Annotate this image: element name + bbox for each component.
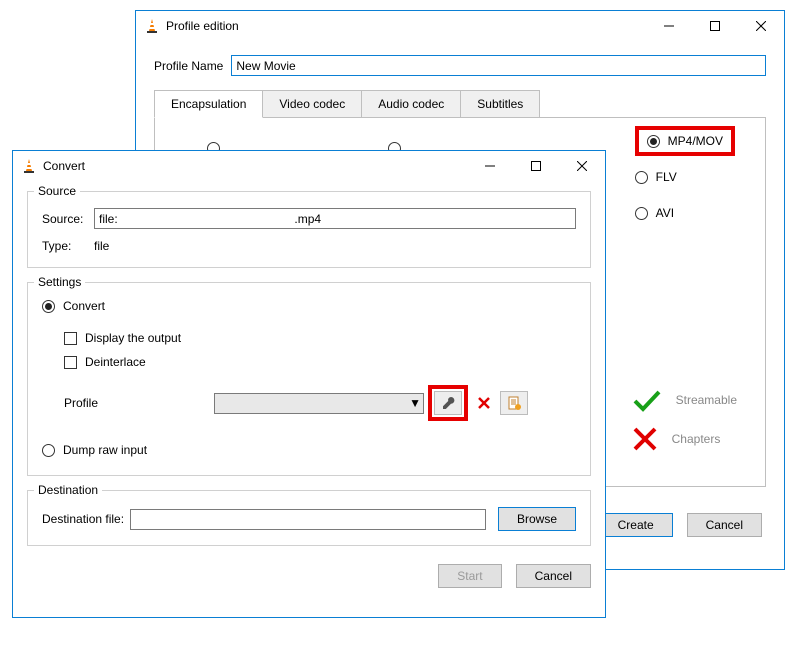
profile-titlebar: Profile edition [136, 11, 784, 41]
cancel-button[interactable]: Cancel [516, 564, 591, 588]
radio-icon [635, 207, 648, 220]
minimize-button[interactable] [646, 11, 692, 41]
profile-select[interactable]: ▼ [214, 393, 424, 414]
destination-group: Destination Destination file: Browse [27, 490, 591, 546]
format-radio-avi[interactable]: AVI [635, 206, 735, 220]
destination-legend: Destination [34, 483, 102, 497]
minimize-button[interactable] [467, 151, 513, 181]
format-label-avi: AVI [656, 206, 674, 220]
feature-streamable: Streamable [632, 388, 737, 412]
profile-window-title: Profile edition [166, 19, 646, 33]
edit-profile-button[interactable] [434, 391, 462, 415]
format-label-mp4: MP4/MOV [668, 134, 723, 148]
source-input[interactable] [94, 208, 576, 229]
maximize-button[interactable] [692, 11, 738, 41]
checkbox-icon [64, 332, 77, 345]
radio-icon [42, 300, 55, 313]
profile-label: Profile [64, 396, 214, 410]
cross-icon [632, 426, 658, 452]
convert-window: Convert Source Source: Type: file Settin… [12, 150, 606, 618]
format-label-flv: FLV [656, 170, 677, 184]
source-legend: Source [34, 184, 80, 198]
deinterlace-check[interactable]: Deinterlace [64, 355, 576, 369]
format-radio-mp4[interactable]: MP4/MOV [647, 134, 723, 148]
start-button: Start [438, 564, 501, 588]
new-file-icon [507, 396, 521, 410]
highlight-wrench [428, 385, 468, 421]
profile-tabs: Encapsulation Video codec Audio codec Su… [154, 90, 766, 118]
tab-video-codec[interactable]: Video codec [262, 90, 362, 118]
features-list: Streamable Chapters [632, 388, 737, 466]
browse-button[interactable]: Browse [498, 507, 576, 531]
check-icon [632, 388, 662, 412]
tab-audio-codec[interactable]: Audio codec [361, 90, 461, 118]
chevron-down-icon: ▼ [409, 396, 421, 410]
convert-titlebar: Convert [13, 151, 605, 181]
destination-input[interactable] [130, 509, 486, 530]
new-profile-button[interactable] [500, 391, 528, 415]
cancel-button[interactable]: Cancel [687, 513, 762, 537]
close-button[interactable] [738, 11, 784, 41]
highlight-mp4: MP4/MOV [635, 126, 735, 156]
checkbox-icon [64, 356, 77, 369]
profile-name-label: Profile Name [154, 59, 223, 73]
tab-encapsulation[interactable]: Encapsulation [154, 90, 263, 118]
delete-icon [477, 396, 491, 410]
feature-chapters: Chapters [632, 426, 737, 452]
format-radio-flv[interactable]: FLV [635, 170, 735, 184]
radio-icon [42, 444, 55, 457]
settings-group: Settings Convert Display the output Dein… [27, 282, 591, 476]
maximize-button[interactable] [513, 151, 559, 181]
delete-profile-button[interactable] [474, 391, 494, 415]
dump-raw-radio[interactable]: Dump raw input [42, 443, 576, 457]
display-output-check[interactable]: Display the output [64, 331, 576, 345]
type-value: file [94, 239, 109, 253]
profile-name-input[interactable] [231, 55, 766, 76]
type-label: Type: [42, 239, 88, 253]
vlc-cone-icon [21, 158, 37, 174]
close-button[interactable] [559, 151, 605, 181]
radio-icon [635, 171, 648, 184]
destination-label: Destination file: [42, 512, 124, 526]
source-label: Source: [42, 212, 88, 226]
source-group: Source Source: Type: file [27, 191, 591, 268]
tab-subtitles[interactable]: Subtitles [460, 90, 540, 118]
convert-radio[interactable]: Convert [42, 299, 576, 313]
wrench-icon [441, 396, 455, 410]
radio-icon [647, 135, 660, 148]
vlc-cone-icon [144, 18, 160, 34]
convert-window-title: Convert [43, 159, 467, 173]
create-button[interactable]: Create [599, 513, 673, 537]
settings-legend: Settings [34, 275, 85, 289]
